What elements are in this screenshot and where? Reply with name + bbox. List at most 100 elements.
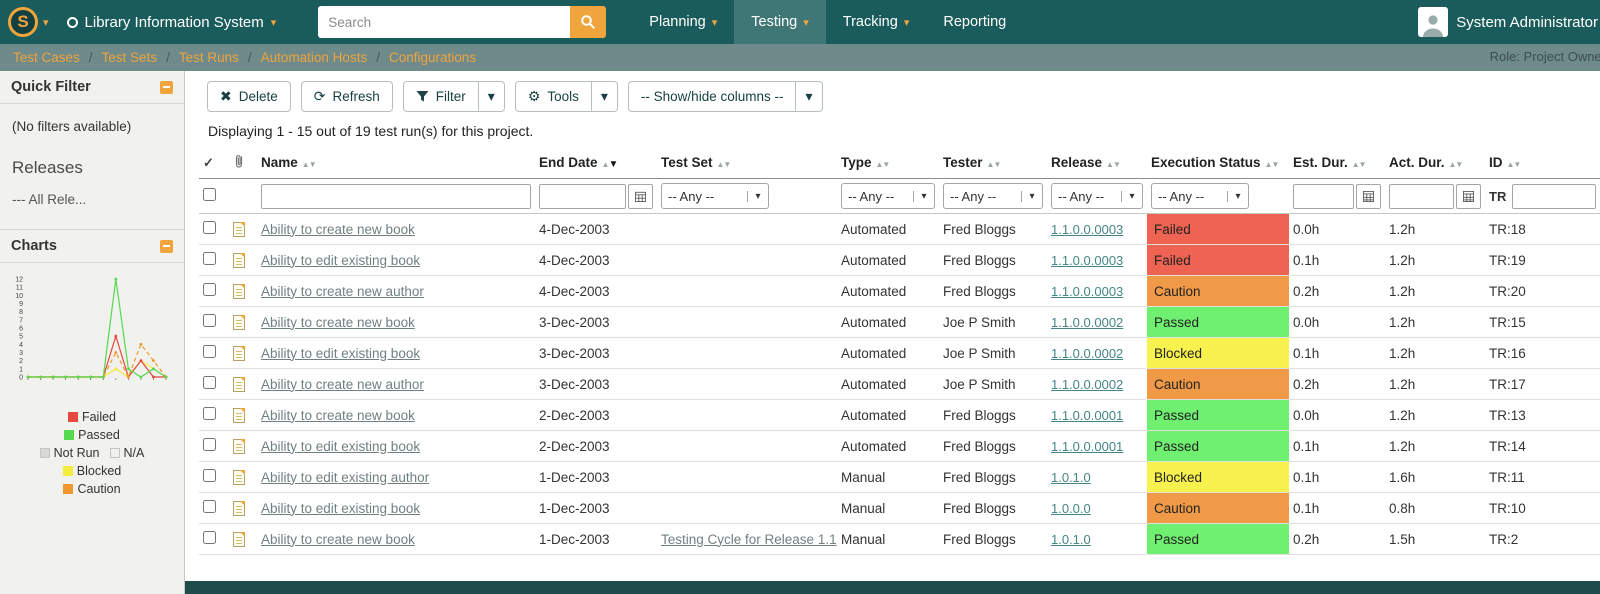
filter-button[interactable]: Filter: [402, 81, 479, 112]
svg-text:9: 9: [19, 301, 23, 308]
show-hide-columns-select[interactable]: -- Show/hide columns --: [627, 81, 797, 112]
row-checkbox[interactable]: [203, 221, 216, 234]
nav-item-planning[interactable]: Planning ▾: [632, 0, 734, 44]
table-row: Ability to create new book 4-Dec-2003 Auto…: [199, 213, 1600, 245]
est-dur-calculator-button[interactable]: [1356, 183, 1381, 209]
test-run-name-link[interactable]: Ability to create new book: [261, 532, 415, 547]
release-link[interactable]: 1.0.1.0: [1051, 470, 1091, 485]
refresh-button[interactable]: ⟳ Refresh: [300, 81, 393, 112]
release-link[interactable]: 1.1.0.0.0002: [1051, 346, 1123, 361]
test-run-icon: [233, 376, 245, 392]
svg-text:5: 5: [19, 334, 23, 341]
select-all-checkbox[interactable]: [203, 188, 216, 201]
nav-item-testing[interactable]: Testing ▾: [734, 0, 826, 44]
end-date-filter-input[interactable]: [539, 183, 626, 209]
user-menu[interactable]: System Administrator: [1418, 7, 1600, 37]
row-checkbox[interactable]: [203, 252, 216, 265]
type-filter-select[interactable]: -- Any -- ▾: [841, 183, 935, 209]
column-header-act-dur[interactable]: Act. Dur. ▲▼: [1385, 147, 1485, 179]
test-run-name-link[interactable]: Ability to create new author: [261, 377, 424, 392]
column-header-tester[interactable]: Tester ▲▼: [939, 147, 1047, 179]
release-link[interactable]: 1.1.0.0.0002: [1051, 377, 1123, 392]
nav-item-tracking[interactable]: Tracking ▾: [826, 0, 927, 44]
release-link[interactable]: 1.0.1.0: [1051, 532, 1091, 547]
tester-filter-select[interactable]: -- Any -- ▾: [943, 183, 1043, 209]
app-logo[interactable]: S: [8, 7, 38, 37]
calculator-icon: [1463, 190, 1474, 202]
release-link[interactable]: 1.1.0.0.0001: [1051, 408, 1123, 423]
row-checkbox[interactable]: [203, 500, 216, 513]
act-dur-filter-input[interactable]: [1389, 183, 1454, 209]
filter-dropdown-button[interactable]: ▾: [478, 81, 505, 112]
column-header-end-date[interactable]: End Date ▲▼: [535, 147, 657, 179]
collapse-icon[interactable]: [160, 239, 173, 253]
release-filter-select[interactable]: -- Any -- ▾: [1051, 183, 1143, 209]
test-run-name-link[interactable]: Ability to edit existing book: [261, 346, 420, 361]
calendar-picker-button[interactable]: [628, 183, 653, 209]
breadcrumb-test-runs[interactable]: Test Runs: [179, 50, 239, 65]
act-dur-cell: 1.2h: [1385, 368, 1485, 400]
execution-status-filter-select[interactable]: -- Any -- ▾: [1151, 183, 1249, 209]
row-checkbox[interactable]: [203, 376, 216, 389]
test-set-filter-select[interactable]: -- Any -- ▾: [661, 183, 769, 209]
breadcrumb-configurations[interactable]: Configurations: [389, 50, 476, 65]
tools-button[interactable]: ⚙ Tools: [514, 81, 592, 112]
release-link[interactable]: 1.1.0.0.0003: [1051, 222, 1123, 237]
column-header-type[interactable]: Type ▲▼: [837, 147, 939, 179]
quick-filter-empty-text: (No filters available): [12, 119, 132, 134]
test-run-name-link[interactable]: Ability to create new book: [261, 222, 415, 237]
row-checkbox[interactable]: [203, 531, 216, 544]
column-header-execution-status[interactable]: Execution Status ▲▼: [1147, 147, 1289, 179]
act-dur-calculator-button[interactable]: [1456, 183, 1481, 209]
id-filter-input[interactable]: [1512, 183, 1596, 209]
act-dur-cell: 1.2h: [1385, 399, 1485, 431]
column-header-name[interactable]: Name ▲▼: [257, 147, 535, 179]
test-run-name-link[interactable]: Ability to edit existing book: [261, 501, 420, 516]
search-input[interactable]: [318, 6, 571, 38]
quick-filter-title: Quick Filter: [11, 79, 91, 95]
execution-status-cell: Blocked: [1147, 461, 1289, 493]
row-checkbox[interactable]: [203, 438, 216, 451]
test-run-name-link[interactable]: Ability to edit existing book: [261, 253, 420, 268]
collapse-icon[interactable]: [160, 80, 173, 94]
test-run-name-link[interactable]: Ability to create new book: [261, 315, 415, 330]
search-button[interactable]: [570, 6, 607, 38]
release-link[interactable]: 1.1.0.0.0001: [1051, 439, 1123, 454]
releases-all-link[interactable]: --- All Rele...: [0, 180, 184, 219]
release-link[interactable]: 1.1.0.0.0003: [1051, 284, 1123, 299]
est-dur-filter-input[interactable]: [1293, 183, 1354, 209]
columns-dropdown-button[interactable]: ▾: [796, 81, 823, 112]
name-filter-input[interactable]: [261, 183, 531, 209]
breadcrumb-automation-hosts[interactable]: Automation Hosts: [261, 50, 368, 65]
project-selector[interactable]: Library Information System ▾: [66, 14, 276, 31]
row-checkbox[interactable]: [203, 314, 216, 327]
test-set-link[interactable]: Testing Cycle for Release 1.1: [661, 532, 837, 547]
row-checkbox[interactable]: [203, 345, 216, 358]
logo-chevron-down-icon[interactable]: ▾: [43, 16, 49, 29]
release-link[interactable]: 1.1.0.0.0003: [1051, 253, 1123, 268]
tools-dropdown-button[interactable]: ▾: [591, 81, 618, 112]
end-date-cell: 4-Dec-2003: [535, 213, 657, 245]
breadcrumb-test-sets[interactable]: Test Sets: [102, 50, 158, 65]
test-run-icon: [233, 283, 245, 299]
row-checkbox[interactable]: [203, 407, 216, 420]
select-all-header[interactable]: ✓: [199, 147, 229, 179]
row-checkbox[interactable]: [203, 469, 216, 482]
end-date-cell: 1-Dec-2003: [535, 461, 657, 493]
release-link[interactable]: 1.0.0.0: [1051, 501, 1091, 516]
test-run-name-link[interactable]: Ability to edit existing book: [261, 439, 420, 454]
release-link[interactable]: 1.1.0.0.0002: [1051, 315, 1123, 330]
breadcrumb-test-cases[interactable]: Test Cases: [13, 50, 80, 65]
column-header-id[interactable]: ID ▲▼: [1485, 147, 1600, 179]
test-run-name-link[interactable]: Ability to create new author: [261, 284, 424, 299]
row-checkbox[interactable]: [203, 283, 216, 296]
test-run-name-link[interactable]: Ability to edit existing author: [261, 470, 429, 485]
test-run-name-link[interactable]: Ability to create new book: [261, 408, 415, 423]
nav-item-reporting[interactable]: Reporting: [926, 0, 1023, 44]
delete-button[interactable]: ✖ Delete: [207, 81, 291, 112]
column-header-test-set[interactable]: Test Set ▲▼: [657, 147, 837, 179]
column-header-release[interactable]: Release ▲▼: [1047, 147, 1147, 179]
est-dur-cell: 0.0h: [1289, 213, 1385, 245]
table-footer-strip: [185, 581, 1600, 594]
column-header-est-dur[interactable]: Est. Dur. ▲▼: [1289, 147, 1385, 179]
